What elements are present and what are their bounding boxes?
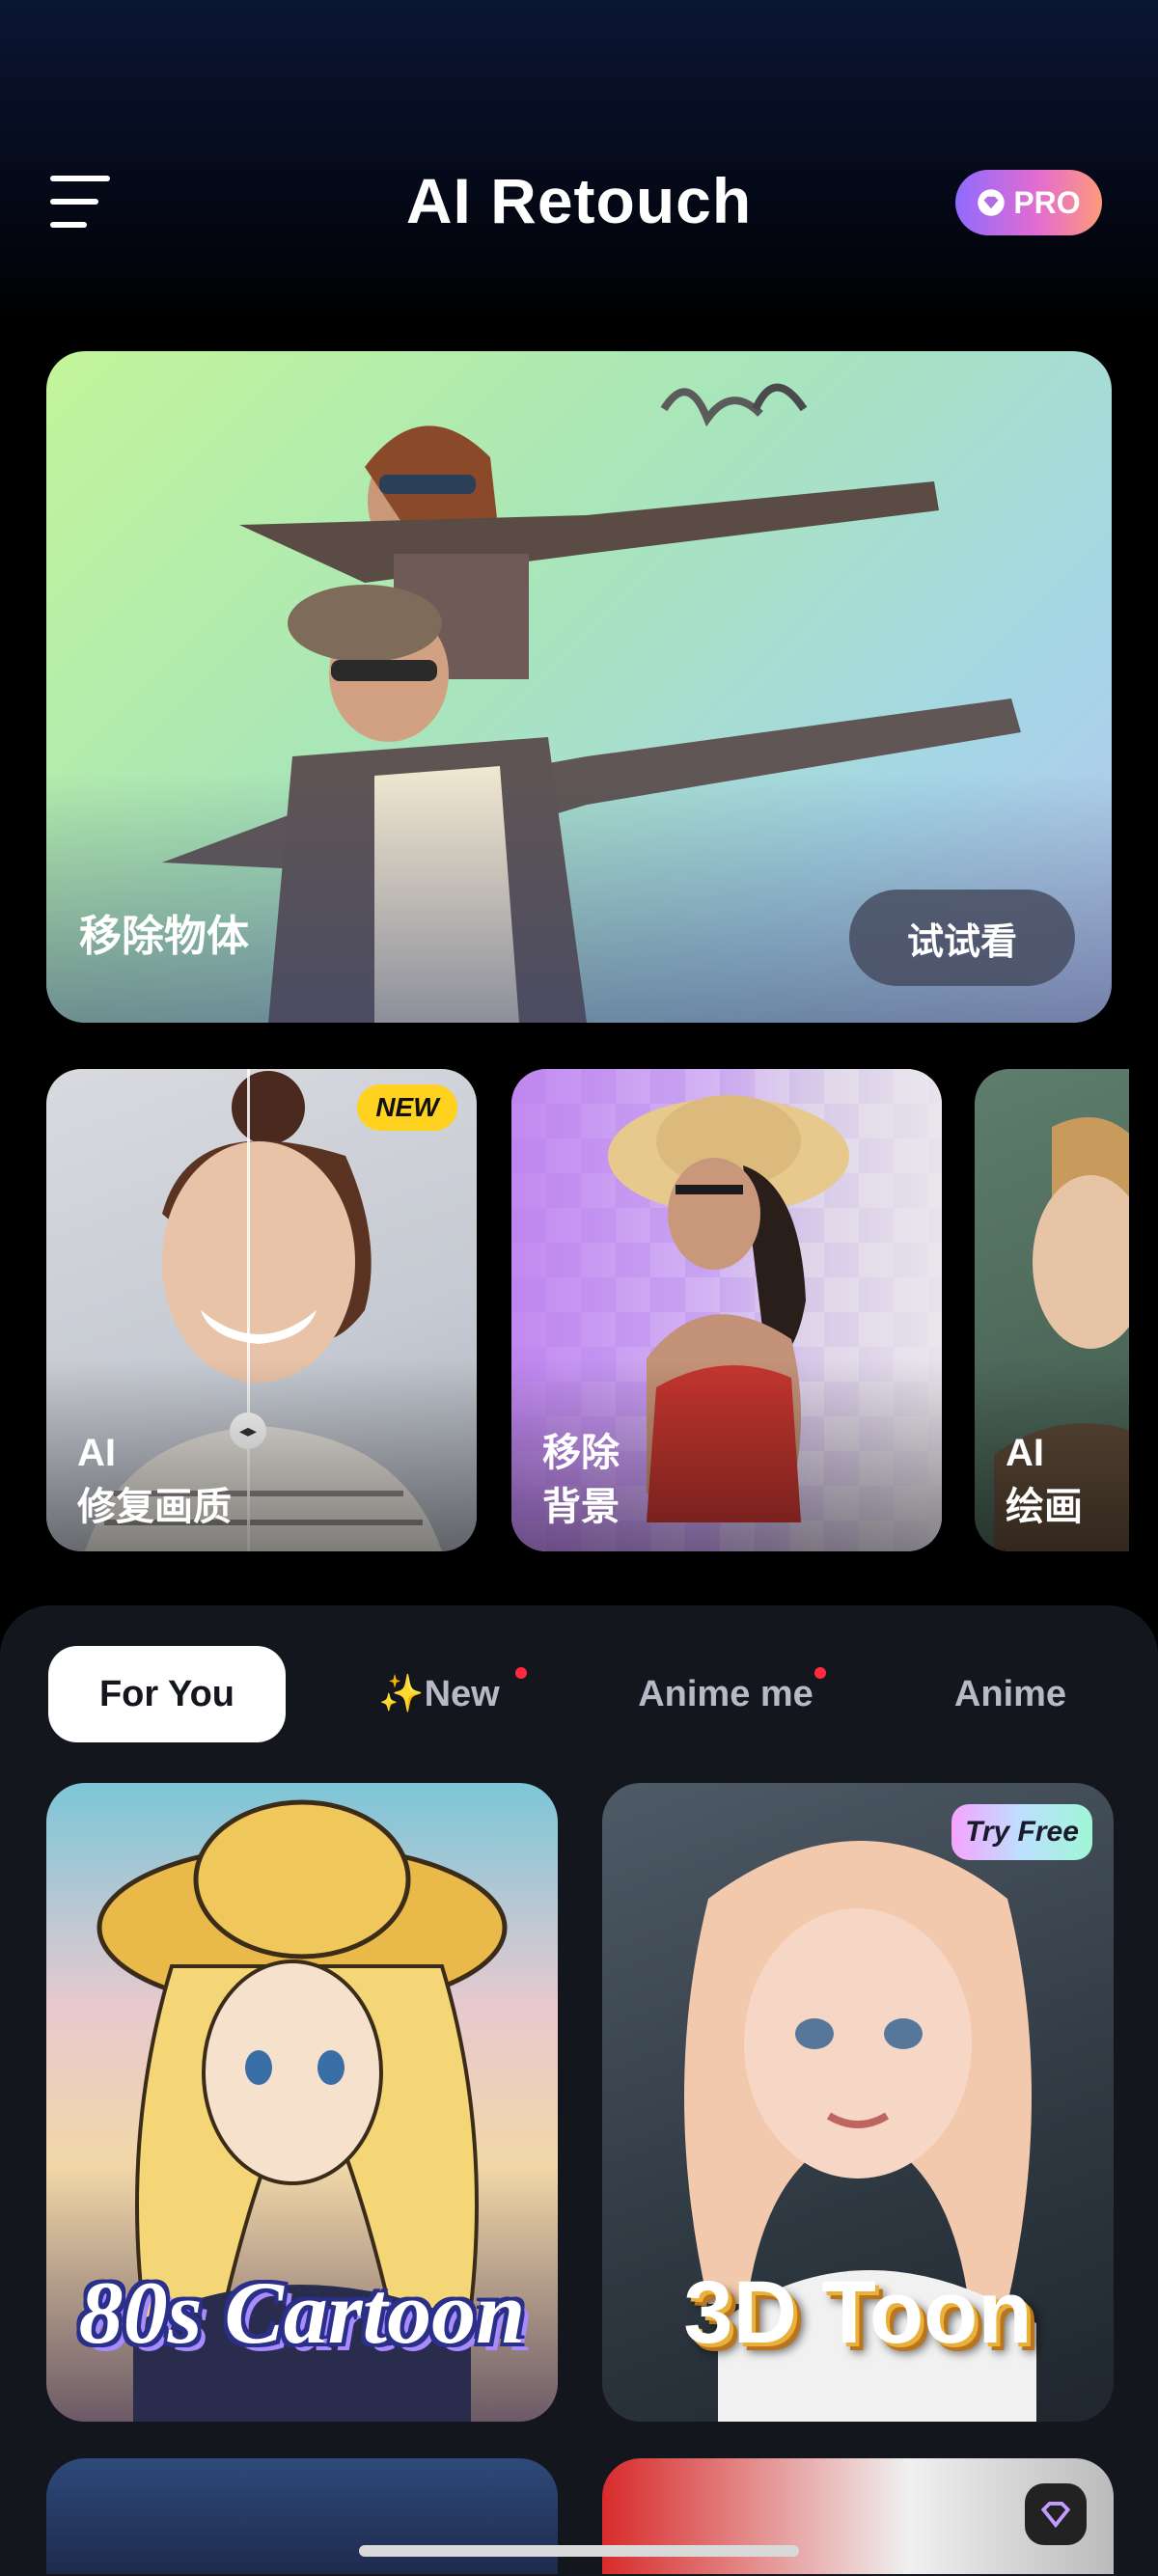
tool-label: AI 修复画质 [77, 1426, 232, 1534]
tool-card-enhance[interactable]: ◂▸ NEW AI 修复画质 [46, 1069, 477, 1551]
tool-label-line1: AI [77, 1432, 116, 1474]
style-title: 3D Toon [683, 2263, 1033, 2362]
style-title: 80s Cartoon [78, 2263, 526, 2362]
style-card-3d-toon[interactable]: Try Free 3D Toon [602, 1783, 1114, 2422]
tab-new[interactable]: ✨New [357, 1646, 527, 1742]
new-badge: NEW [357, 1084, 457, 1131]
diamond-icon [1025, 2483, 1087, 2545]
tool-label-line2: 绘画 [1006, 1486, 1083, 1528]
tool-card-remove-background[interactable]: 移除 背景 [511, 1069, 942, 1551]
tab-anime-me[interactable]: Anime me [618, 1646, 834, 1742]
style-card-partial[interactable] [602, 2458, 1114, 2574]
tool-label: 移除 背景 [542, 1426, 620, 1534]
tool-label-line2: 背景 [542, 1486, 620, 1528]
tool-card-ai-painting[interactable]: AI 绘画 [975, 1069, 1129, 1551]
try-free-badge: Try Free [951, 1804, 1092, 1860]
remove-object-banner[interactable]: 移除物体 试试看 [46, 351, 1112, 1023]
tab-anime-me-label: Anime me [638, 1673, 813, 1714]
tab-for-you[interactable]: For You [48, 1646, 286, 1742]
try-it-button[interactable]: 试试看 [849, 890, 1075, 986]
tool-label: AI 绘画 [1006, 1426, 1083, 1534]
tool-label-line2: 修复画质 [77, 1486, 232, 1528]
tool-carousel[interactable]: ◂▸ NEW AI 修复画质 移除 背景 [46, 1069, 1129, 1551]
tool-label-line1: 移除 [542, 1432, 620, 1474]
pro-label: PRO [1013, 184, 1081, 220]
category-tabs: For You ✨New Anime me Anime [0, 1646, 1158, 1742]
style-feed-panel: For You ✨New Anime me Anime 80s Cartoon [0, 1605, 1158, 2576]
pro-button[interactable]: PRO [955, 170, 1102, 235]
style-card-partial[interactable] [46, 2458, 558, 2574]
diamond-icon [978, 189, 1006, 216]
style-card-80s-cartoon[interactable]: 80s Cartoon [46, 1783, 558, 2422]
home-indicator[interactable] [359, 2545, 799, 2557]
unread-dot [814, 1667, 826, 1679]
hero-label: 移除物体 [79, 913, 249, 960]
tab-new-label: ✨New [378, 1674, 500, 1714]
unread-dot [515, 1667, 527, 1679]
tab-anime[interactable]: Anime [938, 1646, 1083, 1742]
tool-label-line1: AI [1006, 1432, 1044, 1474]
